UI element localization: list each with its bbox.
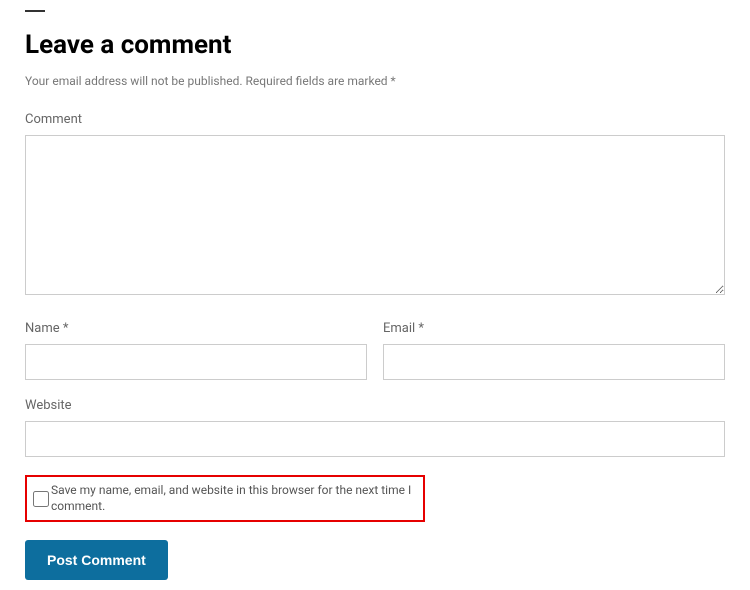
website-input[interactable] xyxy=(25,421,725,457)
comment-textarea[interactable] xyxy=(25,135,725,295)
website-label: Website xyxy=(25,398,725,413)
save-info-label: Save my name, email, and website in this… xyxy=(51,483,417,514)
email-label: Email * xyxy=(383,321,725,336)
email-privacy-notice: Your email address will not be published… xyxy=(25,74,725,88)
website-field-group: Website xyxy=(25,398,725,457)
email-input[interactable] xyxy=(383,344,725,380)
consent-highlight-box: Save my name, email, and website in this… xyxy=(25,475,425,522)
comment-label: Comment xyxy=(25,112,725,127)
comment-form-heading: Leave a comment xyxy=(25,30,725,60)
comment-field-group: Comment xyxy=(25,112,725,321)
name-field-group: Name * xyxy=(25,321,367,380)
name-label: Name * xyxy=(25,321,367,336)
name-input[interactable] xyxy=(25,344,367,380)
section-divider xyxy=(25,10,45,12)
post-comment-button[interactable]: Post Comment xyxy=(25,540,168,580)
save-info-checkbox[interactable] xyxy=(33,491,49,507)
email-field-group: Email * xyxy=(383,321,725,380)
